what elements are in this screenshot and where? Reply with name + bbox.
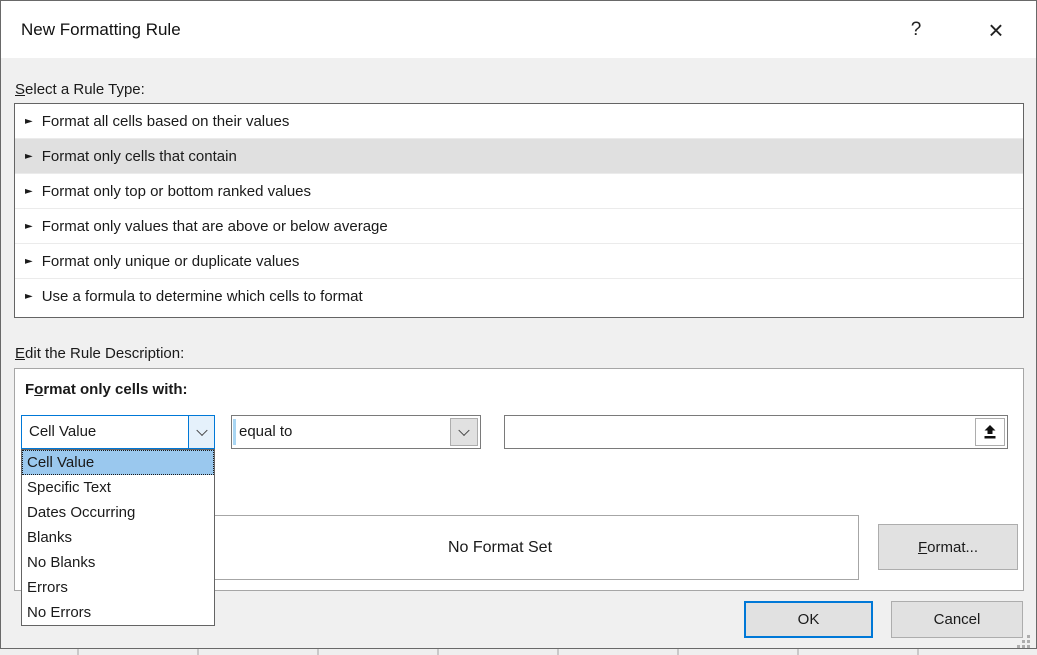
worksheet-gridline (677, 649, 679, 655)
rule-description-label: Edit the Rule Description: (15, 345, 184, 362)
dropdown-option[interactable]: Specific Text (22, 475, 214, 500)
screen: New Formatting Rule ? × Select a Rule Ty… (0, 0, 1037, 655)
rule-type-list: ► Format all cells based on their values… (14, 103, 1024, 318)
chevron-down-icon (458, 425, 469, 436)
worksheet-gridline (197, 649, 199, 655)
rule-type-label: Select a Rule Type: (15, 81, 145, 98)
help-button[interactable]: ? (894, 1, 938, 58)
format-button[interactable]: Format... (878, 524, 1018, 570)
rule-type-item[interactable]: ► Format only unique or duplicate values (15, 244, 1023, 279)
rule-type-item[interactable]: ► Format all cells based on their values (15, 104, 1023, 139)
dropdown-option[interactable]: No Blanks (22, 550, 214, 575)
arrow-bullet-icon: ► (25, 151, 33, 162)
new-formatting-rule-dialog: New Formatting Rule ? × Select a Rule Ty… (0, 0, 1037, 649)
dropdown-option[interactable]: Errors (22, 575, 214, 600)
worksheet-gridline (437, 649, 439, 655)
worksheet-gridline (557, 649, 559, 655)
worksheet-behind-dialog (0, 648, 1037, 655)
close-button[interactable]: × (974, 1, 1018, 58)
dropdown-option[interactable]: No Errors (22, 600, 214, 625)
dropdown-option[interactable]: Dates Occurring (22, 500, 214, 525)
collapse-dialog-icon (982, 424, 998, 440)
help-icon: ? (911, 19, 922, 40)
comparison-value-input[interactable] (507, 418, 972, 446)
ok-button[interactable]: OK (744, 601, 873, 638)
arrow-bullet-icon: ► (25, 291, 33, 302)
chevron-down-icon (196, 425, 207, 436)
title-bar[interactable]: New Formatting Rule ? × (1, 1, 1036, 58)
format-only-cells-with-caption: Format only cells with: (25, 381, 188, 398)
close-icon: × (988, 15, 1003, 45)
condition-type-dropdown-list: Cell Value Specific Text Dates Occurring… (21, 449, 215, 626)
condition-type-value: Cell Value (29, 416, 96, 448)
cancel-button[interactable]: Cancel (891, 601, 1023, 638)
arrow-bullet-icon: ► (25, 221, 33, 232)
rule-type-item[interactable]: ► Format only top or bottom ranked value… (15, 174, 1023, 209)
worksheet-gridline (317, 649, 319, 655)
dropdown-option-selected[interactable]: Cell Value (22, 450, 214, 475)
rule-type-item[interactable]: ► Use a formula to determine which cells… (15, 279, 1023, 314)
arrow-bullet-icon: ► (25, 186, 33, 197)
dropdown-option[interactable]: Blanks (22, 525, 214, 550)
arrow-bullet-icon: ► (25, 256, 33, 267)
condition-type-combobox[interactable]: Cell Value (21, 415, 215, 449)
resize-grip[interactable] (1017, 635, 1031, 649)
comparison-value-field (504, 415, 1008, 449)
operator-combobox[interactable]: equal to (231, 415, 481, 449)
worksheet-gridline (917, 649, 919, 655)
dialog-title: New Formatting Rule (21, 1, 181, 58)
worksheet-gridline (797, 649, 799, 655)
rule-type-item[interactable]: ► Format only values that are above or b… (15, 209, 1023, 244)
rule-type-item-selected[interactable]: ► Format only cells that contain (15, 139, 1023, 174)
worksheet-gridline (77, 649, 79, 655)
arrow-bullet-icon: ► (25, 116, 33, 127)
operator-value: equal to (239, 416, 292, 448)
operator-dropdown-button[interactable] (450, 418, 478, 446)
format-preview-text: No Format Set (448, 539, 552, 557)
text-cursor (233, 419, 236, 445)
collapse-dialog-button[interactable] (975, 418, 1005, 446)
format-preview: No Format Set (141, 515, 859, 580)
condition-type-dropdown-button[interactable] (188, 416, 214, 448)
